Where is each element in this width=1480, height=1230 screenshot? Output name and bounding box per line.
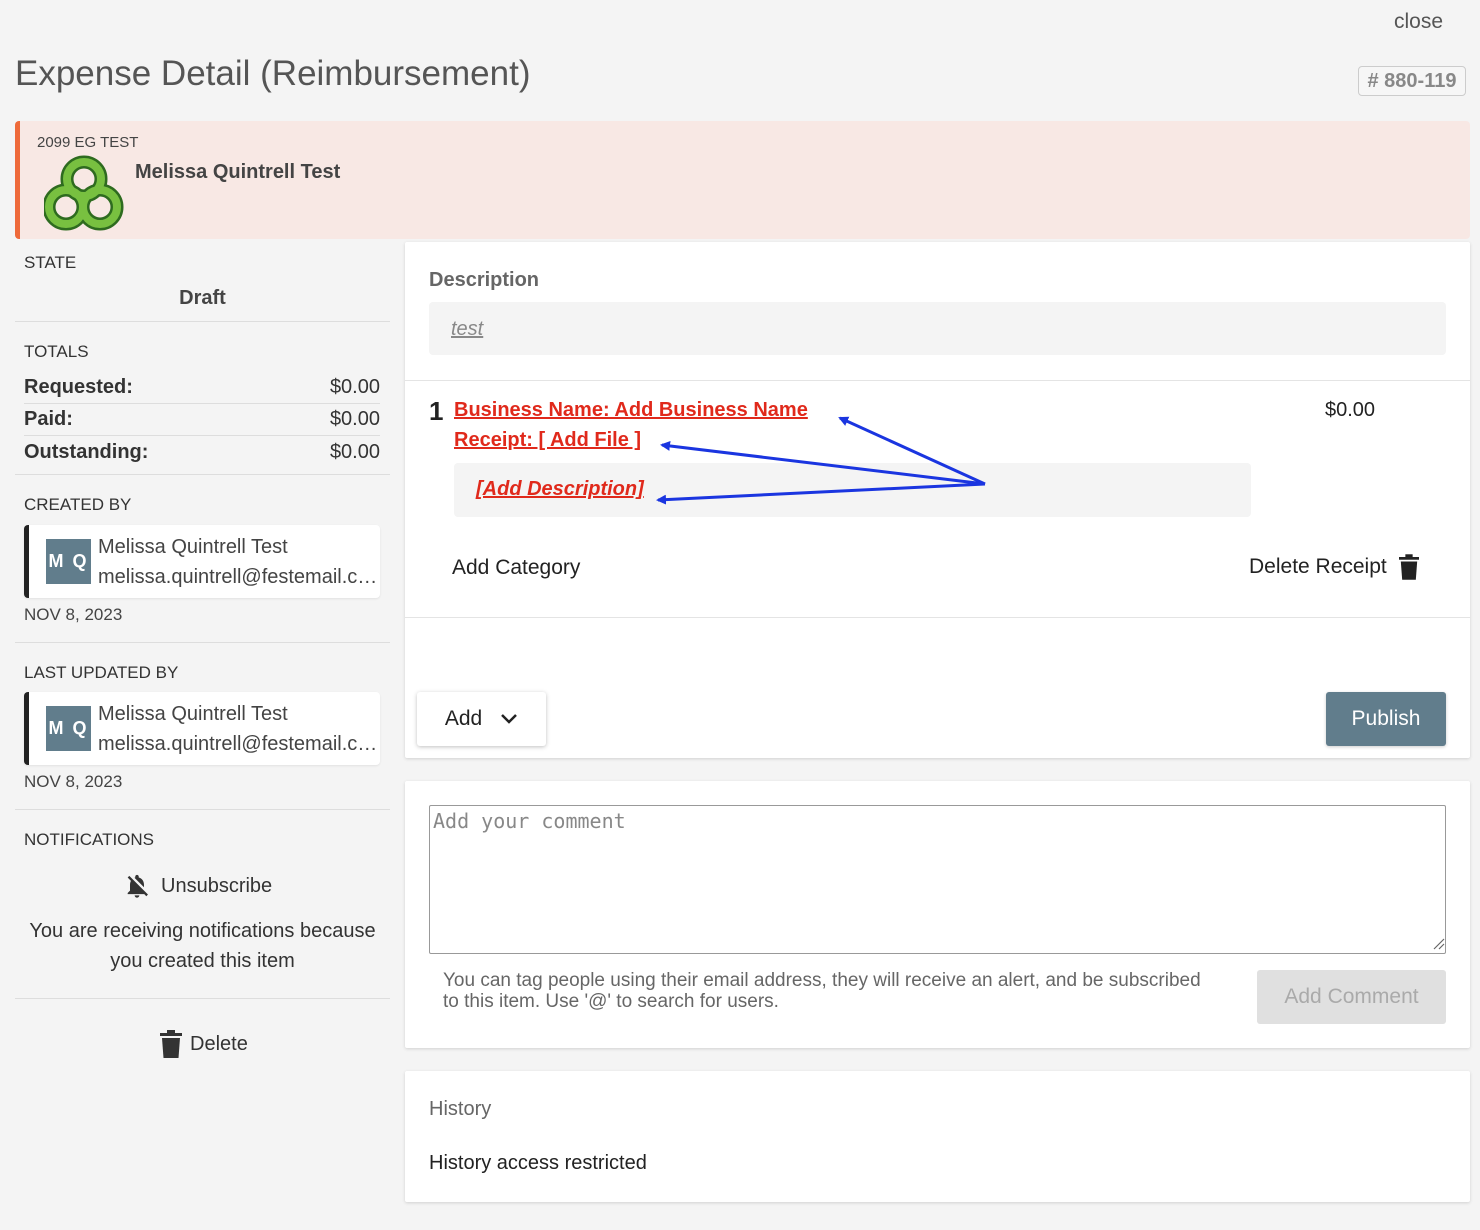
item-number: 1	[429, 396, 444, 426]
divider	[15, 809, 390, 810]
unsubscribe-label: Unsubscribe	[161, 874, 273, 897]
trash-icon	[160, 1030, 182, 1058]
delete-receipt-button[interactable]: Delete Receipt	[1249, 554, 1419, 580]
created-by-label: CREATED BY	[24, 495, 132, 514]
total-label: Requested:	[24, 376, 133, 398]
chevron-down-icon	[501, 714, 518, 724]
trash-icon	[1398, 554, 1419, 580]
description-value[interactable]: test	[451, 318, 483, 341]
resize-handle-icon[interactable]	[1431, 936, 1445, 950]
divider	[405, 617, 1470, 618]
user-email: melissa.quintrell@festemail.com	[98, 733, 378, 755]
total-value: $0.00	[329, 376, 380, 398]
updated-by-label: LAST UPDATED BY	[24, 663, 179, 682]
avatar: M Q	[46, 706, 91, 751]
updated-by-card[interactable]: M Q Melissa Quintrell Test melissa.quint…	[24, 692, 380, 765]
delete-label: Delete	[190, 1032, 248, 1055]
user-name: Melissa Quintrell Test	[98, 536, 288, 558]
description-label: Description	[429, 269, 540, 291]
history-text: History access restricted	[429, 1152, 647, 1174]
owner-banner: 2099 EG TEST Melissa Quintrell Test	[15, 121, 1470, 239]
notification-message: You are receiving notifications because …	[29, 920, 376, 972]
state-label: STATE	[24, 253, 77, 272]
item-amount: $0.00	[1325, 399, 1376, 421]
history-card: History History access restricted	[405, 1071, 1470, 1202]
add-description-link[interactable]: [Add Description]	[476, 478, 644, 501]
history-title: History	[429, 1098, 492, 1120]
bell-off-icon	[127, 874, 148, 898]
state-value: Draft	[179, 287, 226, 309]
business-name-link[interactable]: Business Name: Add Business Name	[454, 399, 808, 422]
divider	[15, 474, 390, 475]
total-label: Outstanding:	[24, 440, 149, 463]
comment-input[interactable]	[429, 805, 1446, 954]
delete-button[interactable]: Delete	[160, 1030, 248, 1058]
total-value: $0.00	[329, 440, 380, 463]
user-name: Melissa Quintrell Test	[98, 703, 288, 725]
created-by-card[interactable]: M Q Melissa Quintrell Test melissa.quint…	[24, 525, 380, 598]
total-row-outstanding: Outstanding: $0.00	[24, 436, 380, 468]
total-row-requested: Requested: $0.00	[24, 372, 380, 404]
add-category-button[interactable]: Add Category	[452, 556, 580, 580]
add-label: Add	[444, 707, 483, 730]
add-file-link[interactable]: Receipt: [ Add File ]	[454, 429, 641, 452]
org-label: 2099 EG TEST	[37, 134, 139, 151]
page-title: Expense Detail (Reimbursement)	[15, 54, 531, 93]
notifications-label: NOTIFICATIONS	[24, 830, 155, 849]
expense-card: Description test 1 Business Name: Add Bu…	[405, 242, 1470, 758]
add-dropdown-button[interactable]: Add	[417, 692, 546, 746]
reference-badge: # 880-119	[1358, 66, 1466, 96]
item-description-field[interactable]: [Add Description]	[454, 463, 1251, 517]
totals-label: TOTALS	[24, 342, 89, 361]
total-label: Paid:	[24, 408, 73, 430]
unsubscribe-button[interactable]: Unsubscribe	[123, 872, 272, 900]
divider	[15, 998, 390, 999]
org-logo	[44, 155, 124, 231]
updated-date: NOV 8, 2023	[24, 772, 123, 791]
user-email: melissa.quintrell@festemail.com	[98, 566, 378, 588]
divider	[15, 642, 390, 643]
total-row-paid: Paid: $0.00	[24, 404, 380, 436]
close-link[interactable]: close	[1394, 10, 1443, 34]
delete-receipt-label: Delete Receipt	[1249, 555, 1387, 578]
owner-name: Melissa Quintrell Test	[135, 161, 341, 183]
publish-button[interactable]: Publish	[1326, 692, 1446, 746]
description-field[interactable]: test	[429, 302, 1446, 355]
comment-card: You can tag people using their email add…	[405, 781, 1470, 1048]
divider	[15, 321, 390, 322]
created-date: NOV 8, 2023	[24, 605, 123, 624]
add-comment-button[interactable]: Add Comment	[1257, 970, 1446, 1024]
avatar: M Q	[46, 539, 91, 584]
comment-hint: You can tag people using their email add…	[443, 970, 1201, 1012]
total-value: $0.00	[329, 408, 380, 430]
divider	[405, 380, 1470, 381]
